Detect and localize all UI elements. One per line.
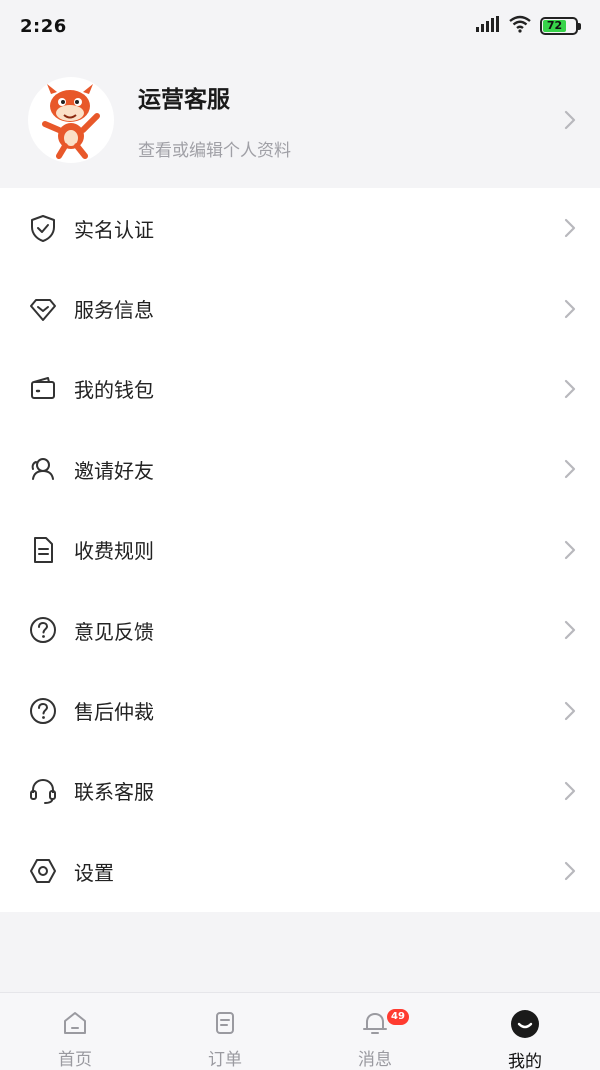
menu-label-wallet: 我的钱包 — [74, 378, 154, 403]
chevron-right-icon — [550, 379, 590, 399]
avatar[interactable] — [28, 77, 114, 163]
mascot-avatar-icon — [42, 84, 100, 159]
tab-home[interactable]: 首页 — [0, 993, 150, 1070]
diamond-icon — [26, 292, 60, 326]
menu-label-support: 联系客服 — [74, 780, 154, 805]
chevron-right-icon — [550, 781, 590, 801]
friends-icon — [26, 452, 60, 486]
menu-label-service: 服务信息 — [74, 298, 154, 323]
tab-label-home: 首页 — [58, 1050, 92, 1070]
profile-subtitle: 查看或编辑个人资料 — [138, 140, 291, 161]
hexagon-settings-icon — [26, 854, 60, 888]
status-time: 2:26 — [20, 15, 67, 37]
profile-text: 运营客服 查看或编辑个人资料 — [138, 80, 550, 161]
status-icons: 72 — [476, 15, 581, 37]
status-bar: 2:26 72 — [0, 0, 600, 52]
shield-check-icon — [26, 211, 60, 245]
chevron-right-icon — [550, 459, 590, 479]
chevron-right-icon — [550, 218, 590, 238]
menu-label-realname: 实名认证 — [74, 217, 154, 242]
menu-item-invite[interactable]: 邀请好友 — [0, 429, 600, 509]
chevron-right-icon — [550, 620, 590, 640]
tab-label-profile: 我的 — [508, 1052, 542, 1070]
tab-orders[interactable]: 订单 — [150, 993, 300, 1070]
bell-icon — [361, 1009, 389, 1041]
order-icon — [211, 1009, 239, 1041]
menu-item-support[interactable]: 联系客服 — [0, 751, 600, 831]
menu-item-realname[interactable]: 实名认证 — [0, 188, 600, 268]
chevron-right-icon — [550, 861, 590, 881]
app-root: 2:26 72 运营客服 查看或编辑个人资料 实名认证 服务信息 我的钱包 邀请… — [0, 0, 600, 1070]
battery-level: 72 — [543, 20, 567, 32]
menu-item-service[interactable]: 服务信息 — [0, 268, 600, 348]
tab-profile[interactable]: 我的 — [450, 993, 600, 1070]
menu-label-feedback: 意见反馈 — [74, 619, 154, 644]
menu-label-invite: 邀请好友 — [74, 458, 154, 483]
wifi-icon — [508, 15, 532, 37]
document-icon — [26, 533, 60, 567]
profile-icon — [510, 1009, 540, 1043]
tab-label-orders: 订单 — [208, 1050, 242, 1070]
menu-label-arbitration: 售后仲裁 — [74, 700, 154, 725]
bottom-tab-bar: 首页 订单 49 消息 我的 — [0, 992, 600, 1070]
battery-icon: 72 — [540, 17, 581, 35]
profile-header[interactable]: 运营客服 查看或编辑个人资料 — [0, 52, 600, 188]
menu-list: 实名认证 服务信息 我的钱包 邀请好友 收费规则 意见反馈 售后仲裁 联系客服 … — [0, 188, 600, 912]
signal-icon — [476, 16, 500, 36]
question-icon — [26, 613, 60, 647]
chevron-right-icon — [550, 701, 590, 721]
chevron-right-icon[interactable] — [550, 110, 590, 130]
chevron-right-icon — [550, 299, 590, 319]
menu-label-settings: 设置 — [74, 860, 114, 885]
tab-messages[interactable]: 49 消息 — [300, 993, 450, 1070]
menu-item-feedback[interactable]: 意见反馈 — [0, 590, 600, 670]
message-count-badge: 49 — [387, 1009, 409, 1025]
chevron-right-icon — [550, 540, 590, 560]
menu-item-arbitration[interactable]: 售后仲裁 — [0, 670, 600, 750]
menu-label-fees: 收费规则 — [74, 539, 154, 564]
menu-item-settings[interactable]: 设置 — [0, 831, 600, 911]
wallet-icon — [26, 372, 60, 406]
tab-label-messages: 消息 — [358, 1050, 392, 1070]
menu-item-wallet[interactable]: 我的钱包 — [0, 349, 600, 429]
question-icon — [26, 694, 60, 728]
profile-name: 运营客服 — [138, 86, 230, 113]
menu-item-fees[interactable]: 收费规则 — [0, 510, 600, 590]
headset-icon — [26, 774, 60, 808]
home-icon — [61, 1009, 89, 1041]
